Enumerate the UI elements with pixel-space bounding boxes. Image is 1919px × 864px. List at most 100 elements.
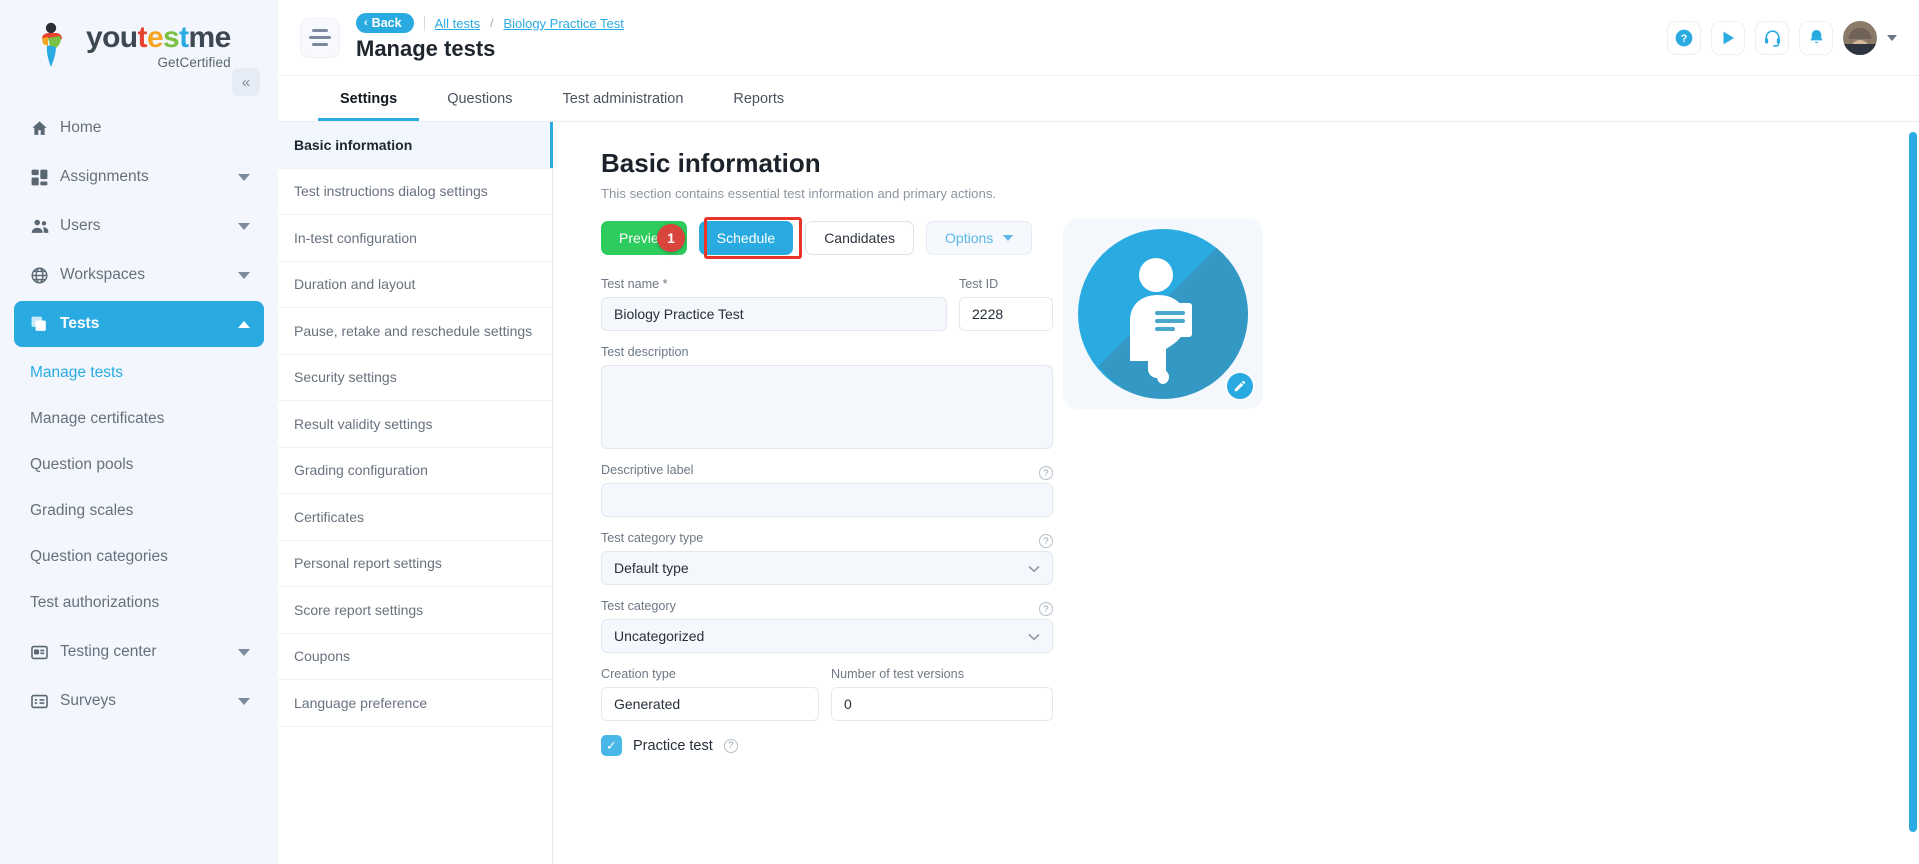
chevron-down-icon[interactable] bbox=[238, 648, 250, 656]
settings-item-basic-information[interactable]: Basic information bbox=[278, 122, 553, 169]
settings-item-language-preference[interactable]: Language preference bbox=[278, 680, 552, 727]
chevron-down-icon[interactable] bbox=[238, 222, 250, 230]
test-id-input[interactable]: 2228 bbox=[959, 297, 1053, 331]
test-image-card[interactable] bbox=[1063, 219, 1263, 409]
test-description-group: Test description bbox=[601, 345, 1053, 449]
settings-item-score-report-settings[interactable]: Score report settings bbox=[278, 587, 552, 634]
sidebar-subitem-label: Grading scales bbox=[30, 502, 134, 519]
settings-item-in-test-configuration[interactable]: In-test configuration bbox=[278, 215, 552, 262]
settings-item-label: Grading configuration bbox=[294, 462, 428, 479]
test-name-input[interactable]: Biology Practice Test bbox=[601, 297, 947, 331]
grid-icon bbox=[30, 168, 60, 187]
avatar-suit bbox=[1843, 43, 1877, 55]
back-button[interactable]: ‹ Back bbox=[356, 13, 414, 33]
settings-item-security-settings[interactable]: Security settings bbox=[278, 355, 552, 401]
schedule-button[interactable]: Schedule bbox=[698, 221, 794, 255]
help-icon[interactable]: ? bbox=[1039, 466, 1053, 480]
help-icon[interactable]: ? bbox=[1039, 534, 1053, 548]
sidebar-item-label: Surveys bbox=[60, 692, 116, 709]
descriptive-label-input[interactable] bbox=[601, 483, 1053, 517]
users-icon bbox=[30, 217, 60, 236]
options-button[interactable]: Options bbox=[926, 221, 1033, 255]
settings-item-duration-and-layout[interactable]: Duration and layout bbox=[278, 262, 552, 308]
avatar[interactable] bbox=[1843, 20, 1877, 55]
chevron-left-icon: ‹ bbox=[364, 17, 368, 29]
settings-item-label: Duration and layout bbox=[294, 276, 416, 293]
sidebar-item-label: Workspaces bbox=[60, 266, 145, 283]
help-icon[interactable]: ? bbox=[1667, 20, 1701, 55]
chevron-down-icon[interactable] bbox=[238, 271, 250, 279]
options-button-label: Options bbox=[945, 230, 994, 246]
settings-item-coupons[interactable]: Coupons bbox=[278, 634, 552, 680]
sidebar-item-workspaces[interactable]: Workspaces bbox=[14, 252, 264, 298]
play-icon[interactable] bbox=[1711, 20, 1745, 55]
number-of-test-versions-input[interactable]: 0 bbox=[831, 687, 1053, 721]
settings-item-label: Language preference bbox=[294, 694, 428, 711]
creation-type-input[interactable]: Generated bbox=[601, 687, 819, 721]
breadcrumb: ‹ Back All tests / Biology Practice Test bbox=[356, 13, 624, 33]
settings-item-personal-report-settings[interactable]: Personal report settings bbox=[278, 541, 552, 587]
breadcrumb-divider bbox=[423, 15, 425, 31]
sidebar-item-assignments[interactable]: Assignments bbox=[14, 154, 264, 200]
tab-label: Questions bbox=[447, 91, 513, 107]
chevron-down-icon[interactable] bbox=[1887, 34, 1897, 41]
settings-item-result-validity-settings[interactable]: Result validity settings bbox=[278, 401, 552, 448]
settings-item-certificates[interactable]: Certificates bbox=[278, 494, 552, 541]
vertical-scrollbar[interactable] bbox=[1909, 132, 1917, 832]
practice-test-row: ✓ Practice test ? bbox=[601, 735, 1053, 756]
chevron-down-icon bbox=[1028, 629, 1040, 644]
settings-item-grading-configuration[interactable]: Grading configuration bbox=[278, 448, 552, 494]
practice-test-checkbox[interactable]: ✓ bbox=[601, 735, 622, 756]
settings-item-label: Test instructions dialog settings bbox=[294, 183, 488, 200]
hamburger-icon[interactable] bbox=[300, 17, 340, 58]
test-category-value: Uncategorized bbox=[614, 628, 705, 644]
breadcrumb-separator: / bbox=[490, 16, 494, 30]
basic-information-form: Test name * Biology Practice Test Test I… bbox=[601, 277, 1053, 756]
sidebar-subitem-label: Manage certificates bbox=[30, 410, 165, 427]
test-category-type-select[interactable]: Default type bbox=[601, 551, 1053, 585]
tab-reports[interactable]: Reports bbox=[711, 77, 806, 121]
scrollbar-thumb[interactable] bbox=[1909, 132, 1917, 832]
brand-tagline: GetCertified bbox=[157, 54, 231, 70]
sidebar-item-manage-certificates[interactable]: Manage certificates bbox=[0, 396, 278, 442]
sidebar-item-test-authorizations[interactable]: Test authorizations bbox=[0, 580, 278, 626]
practice-test-label: Practice test bbox=[633, 737, 713, 754]
test-question-person-icon bbox=[1078, 229, 1248, 399]
breadcrumb-link-biology-practice-test[interactable]: Biology Practice Test bbox=[503, 16, 623, 31]
test-id-label: Test ID bbox=[959, 277, 999, 291]
tab-test-administration[interactable]: Test administration bbox=[541, 77, 706, 121]
bell-icon[interactable] bbox=[1799, 20, 1833, 55]
settings-item-label: Pause, retake and reschedule settings bbox=[294, 322, 533, 339]
chevron-up-icon[interactable] bbox=[238, 320, 250, 328]
headset-icon[interactable] bbox=[1755, 20, 1789, 55]
help-icon[interactable]: ? bbox=[1039, 602, 1053, 616]
survey-icon bbox=[30, 692, 60, 711]
tab-questions[interactable]: Questions bbox=[425, 77, 534, 121]
chevron-down-icon[interactable] bbox=[238, 173, 250, 181]
sidebar-item-users[interactable]: Users bbox=[14, 203, 264, 249]
tab-label: Reports bbox=[733, 91, 785, 107]
settings-item-label: Certificates bbox=[294, 508, 365, 525]
sidebar-item-home[interactable]: Home bbox=[14, 105, 264, 151]
settings-item-pause-retake-reschedule-settings[interactable]: Pause, retake and reschedule settings bbox=[278, 308, 552, 355]
sidebar-item-manage-tests[interactable]: Manage tests bbox=[0, 350, 278, 396]
sidebar-collapse-button[interactable]: « bbox=[232, 68, 260, 96]
descriptive-label-group: Descriptive label ? bbox=[601, 463, 1053, 517]
test-category-select[interactable]: Uncategorized bbox=[601, 619, 1053, 653]
sidebar-item-question-pools[interactable]: Question pools bbox=[0, 442, 278, 488]
number-of-test-versions-label: Number of test versions bbox=[831, 667, 964, 681]
test-description-textarea[interactable] bbox=[601, 365, 1053, 449]
sidebar-item-testing-center[interactable]: Testing center bbox=[14, 629, 264, 675]
tab-settings[interactable]: Settings bbox=[318, 77, 420, 121]
settings-item-test-instructions-dialog-settings[interactable]: Test instructions dialog settings bbox=[278, 169, 552, 215]
sidebar-item-question-categories[interactable]: Question categories bbox=[0, 534, 278, 580]
help-icon[interactable]: ? bbox=[723, 738, 738, 753]
breadcrumb-link-all-tests[interactable]: All tests bbox=[435, 16, 481, 31]
chevron-down-icon[interactable] bbox=[238, 697, 250, 705]
pencil-icon[interactable] bbox=[1225, 371, 1255, 401]
sidebar-item-surveys[interactable]: Surveys bbox=[14, 678, 264, 724]
test-category-label: Test category bbox=[601, 599, 676, 613]
candidates-button[interactable]: Candidates bbox=[805, 221, 915, 255]
sidebar-item-tests[interactable]: Tests bbox=[14, 301, 264, 347]
sidebar-item-grading-scales[interactable]: Grading scales bbox=[0, 488, 278, 534]
